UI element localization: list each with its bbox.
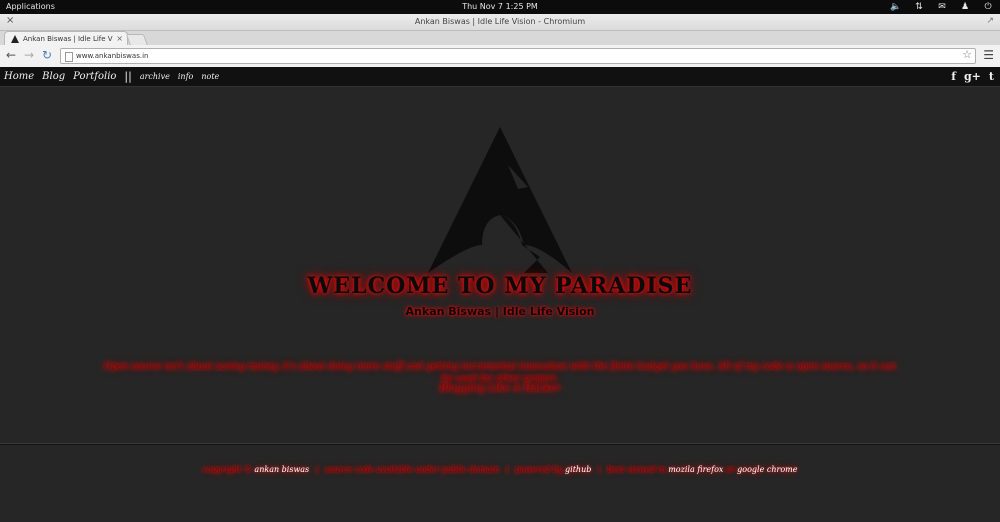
best-viewed-prefix: best viewed in [607, 465, 666, 474]
or-text: or [725, 465, 735, 474]
menu-icon[interactable]: ☰ [983, 48, 994, 62]
url-text: www.ankanbiswas.in [76, 52, 149, 60]
arch-favicon-icon [11, 35, 19, 43]
power-icon[interactable]: ⏻ [982, 0, 994, 14]
browser-tab[interactable]: Ankan Biswas | Idle Life Vi × [4, 31, 128, 46]
nav-info-link[interactable]: info [178, 72, 194, 81]
chrome-link[interactable]: google chrome [737, 465, 797, 474]
site-footer: copyright © ankan biswas | source code a… [0, 465, 1000, 474]
network-icon[interactable]: ⇅ [913, 0, 925, 14]
copyright-prefix: copyright © [202, 465, 252, 474]
window-title-bar: × Ankan Biswas | Idle Life Vision - Chro… [0, 14, 1000, 31]
google-plus-link[interactable]: g+ [964, 70, 981, 83]
footer-separator: | [315, 465, 319, 474]
browser-toolbar: ← → ↻ www.ankanbiswas.in ☆ ☰ [0, 45, 1000, 68]
footer-separator: | [597, 465, 601, 474]
page-content: WELCOME TO MY PARADISE Ankan Biswas | Id… [0, 87, 1000, 522]
volume-icon[interactable]: 🔈 [890, 0, 902, 14]
footer-divider [0, 443, 1000, 444]
tab-label: Ankan Biswas | Idle Life Vi [23, 35, 113, 43]
nav-separator: || [124, 70, 132, 83]
system-tray: 🔈 ⇅ ✉ ♟ ⏻ [890, 0, 994, 14]
nav-portfolio-link[interactable]: Portfolio [73, 71, 116, 82]
facebook-link[interactable]: f [951, 70, 956, 83]
mail-icon[interactable]: ✉ [936, 0, 948, 14]
bookmark-star-icon[interactable]: ☆ [962, 48, 972, 62]
site-motto: Blogging Like A Hacker [439, 383, 561, 394]
clock[interactable]: Thu Nov 7 1:25 PM [0, 0, 1000, 14]
tab-close-icon[interactable]: × [116, 32, 123, 46]
address-bar[interactable]: www.ankanbiswas.in ☆ [60, 48, 976, 64]
page-icon [65, 52, 73, 62]
tab-strip: Ankan Biswas | Idle Life Vi × [0, 31, 1000, 46]
site-description: Open source isn't about saving money, it… [103, 362, 897, 384]
back-arrow-icon[interactable]: ← [4, 48, 18, 62]
footer-separator: | [505, 465, 509, 474]
nav-blog-link[interactable]: Blog [42, 71, 65, 82]
nav-note-link[interactable]: note [201, 72, 219, 81]
user-icon[interactable]: ♟ [959, 0, 971, 14]
source-note: source code available under public domai… [324, 465, 500, 474]
forward-arrow-icon[interactable]: → [22, 48, 36, 62]
firefox-link[interactable]: mozila firefox [668, 465, 723, 474]
github-link[interactable]: github [565, 465, 591, 474]
nav-archive-link[interactable]: archive [140, 72, 170, 81]
window-title: Ankan Biswas | Idle Life Vision - Chromi… [414, 17, 586, 26]
author-link[interactable]: ankan biswas [254, 465, 309, 474]
site-subtitle: Ankan Biswas | Idle Life Vision [405, 305, 595, 318]
nav-home-link[interactable]: Home [4, 71, 34, 82]
site-nav-bar: Home Blog Portfolio || archive info note… [0, 67, 1000, 87]
powered-prefix: powered by [515, 465, 563, 474]
welcome-heading: WELCOME TO MY PARADISE [307, 273, 693, 299]
tumblr-link[interactable]: t [989, 70, 994, 83]
arch-linux-logo [428, 127, 572, 273]
system-top-bar: Applications Thu Nov 7 1:25 PM 🔈 ⇅ ✉ ♟ ⏻ [0, 0, 1000, 14]
window-restore-icon[interactable]: ↗ [986, 16, 994, 26]
reload-icon[interactable]: ↻ [40, 48, 54, 62]
